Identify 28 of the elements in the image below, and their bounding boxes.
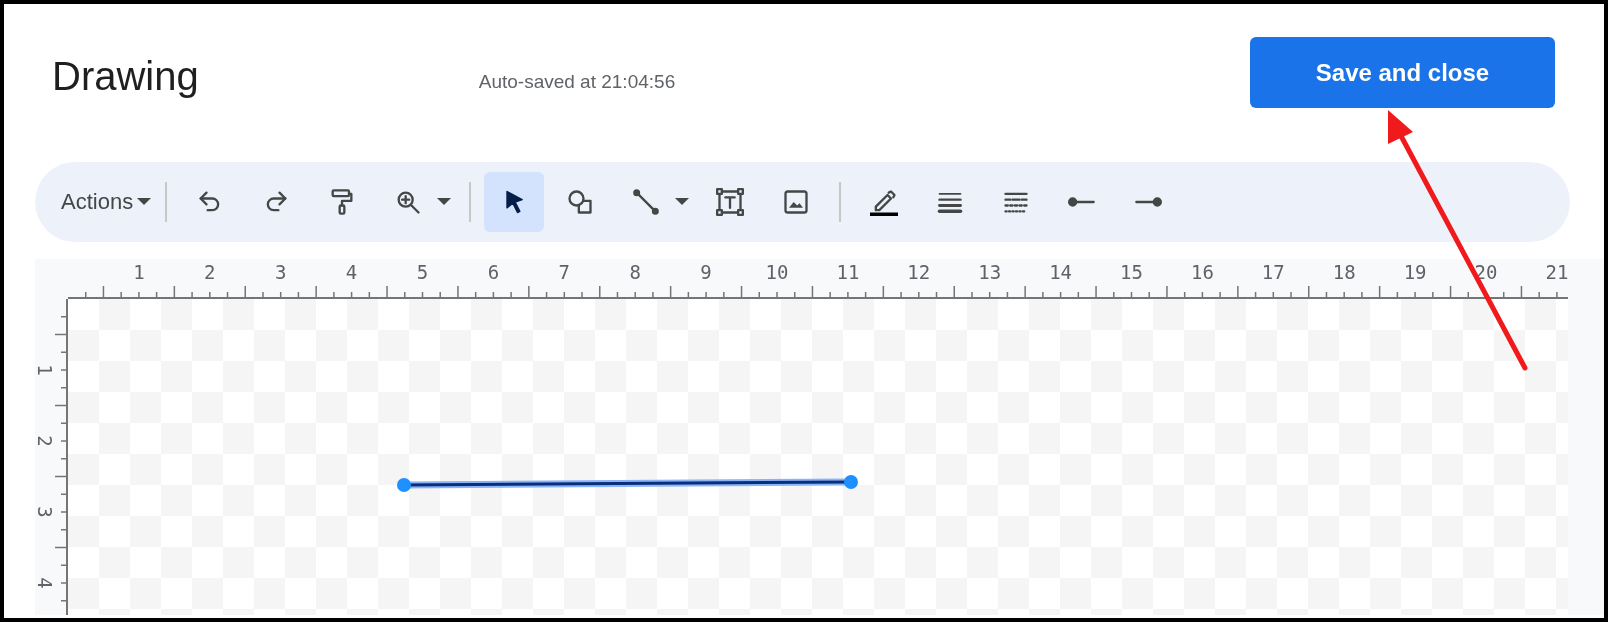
ruler-number: 1 (132, 261, 146, 283)
ruler-number: 7 (557, 261, 571, 283)
ruler-number: 2 (35, 434, 55, 449)
actions-menu[interactable]: Actions (57, 189, 156, 215)
window-title: Drawing (52, 54, 199, 99)
ruler-number: 1 (35, 363, 55, 378)
ruler-number: 17 (1260, 261, 1286, 283)
ruler-number: 2 (203, 261, 217, 283)
ruler-number: 3 (273, 261, 288, 283)
ruler-number: 3 (35, 505, 55, 520)
ruler-number: 18 (1331, 261, 1357, 283)
ruler-number: 9 (699, 261, 713, 283)
ruler-number: 13 (977, 261, 1003, 283)
ruler-number: 21 (1544, 261, 1570, 283)
ruler-number: 8 (628, 261, 642, 283)
ruler-number: 6 (486, 261, 501, 283)
ruler-number: 16 (1189, 261, 1215, 283)
ruler-number: 4 (344, 261, 359, 283)
autosave-status: Auto-saved at 21:04:56 (478, 71, 676, 93)
ruler-number: 15 (1119, 261, 1144, 283)
save-and-close-button[interactable]: Save and close (1250, 37, 1555, 108)
ruler-number: 12 (906, 261, 932, 283)
ruler-number: 5 (415, 261, 430, 283)
ruler-number: 10 (764, 261, 790, 283)
ruler-number: 14 (1048, 261, 1074, 283)
ruler-number: 4 (35, 576, 55, 591)
ruler-number: 11 (835, 261, 861, 283)
ruler-number: 19 (1402, 261, 1428, 283)
